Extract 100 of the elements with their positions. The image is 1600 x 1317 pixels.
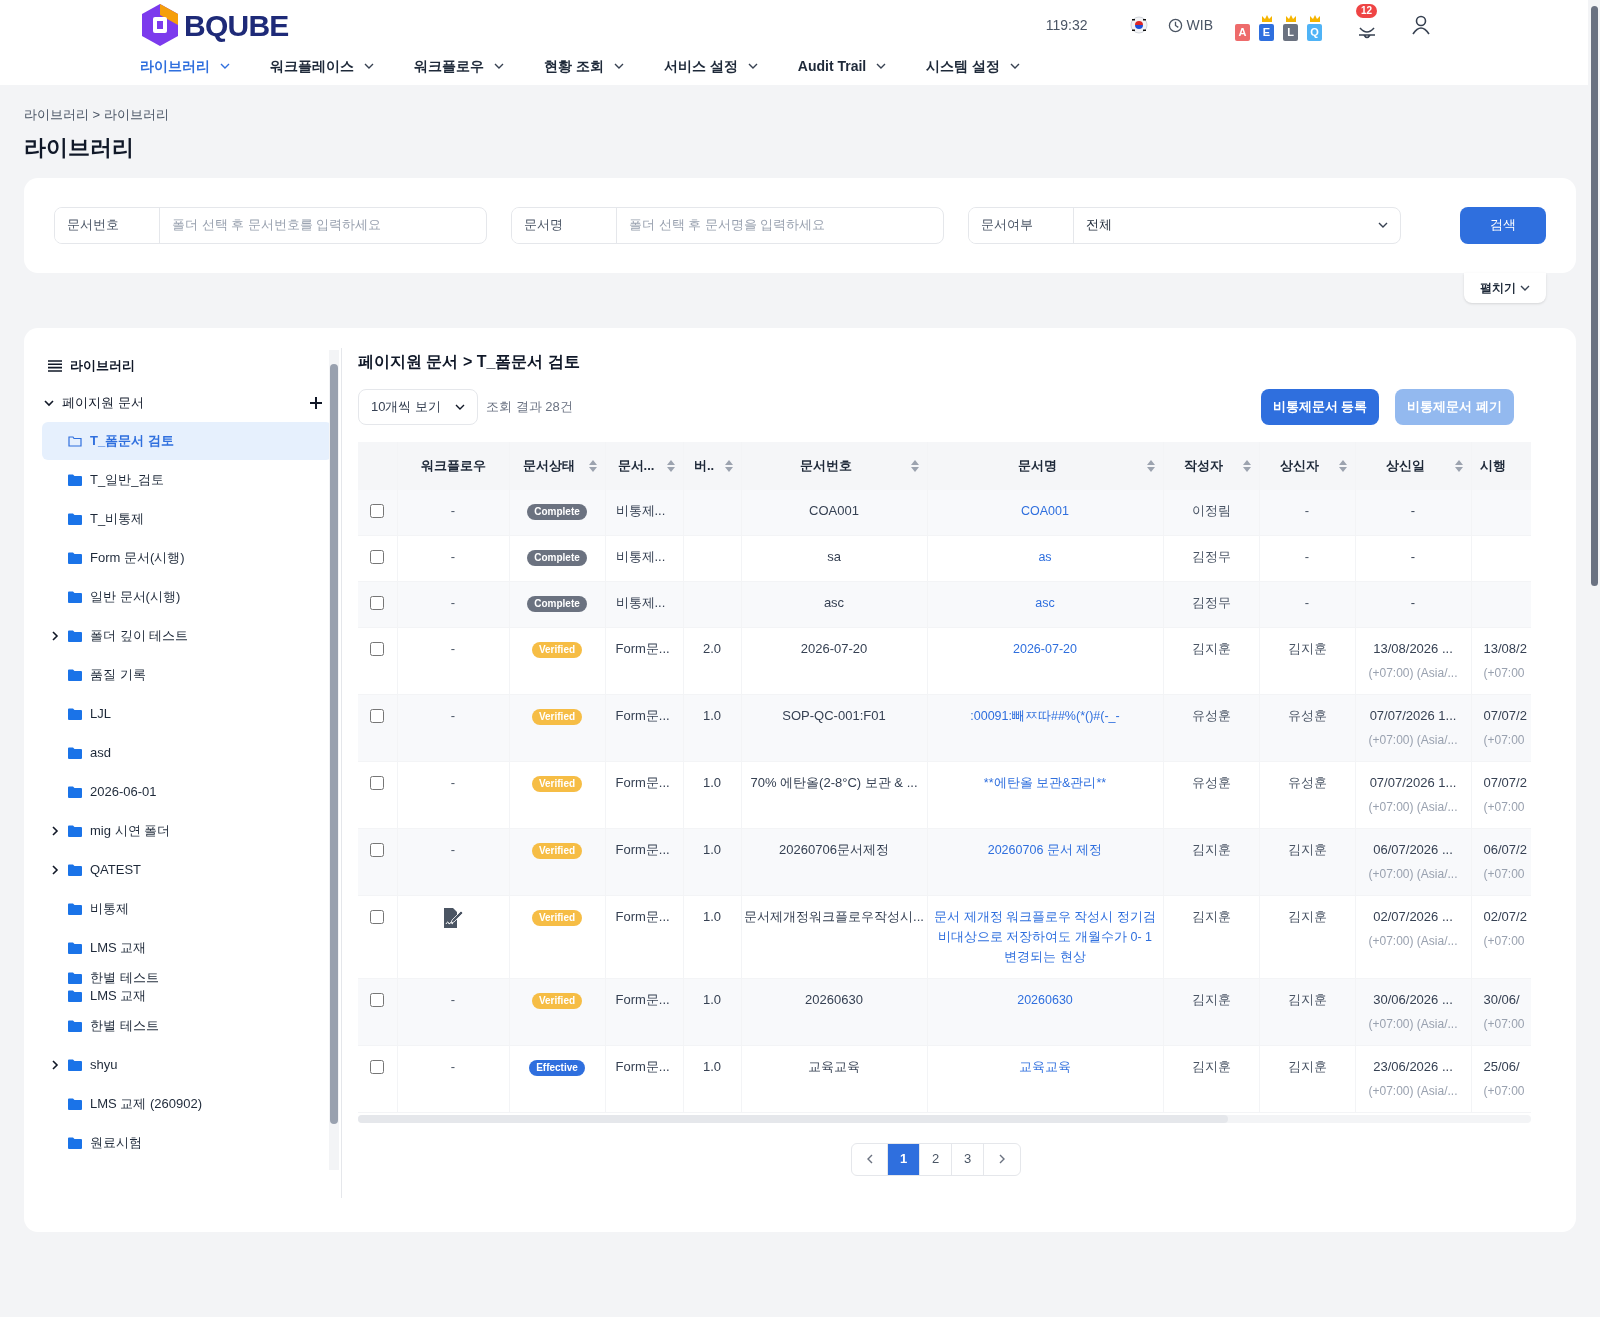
tree-item[interactable]: LJL (42, 695, 332, 733)
horizontal-scrollbar[interactable] (358, 1114, 1531, 1123)
tree-item[interactable]: QATEST (42, 851, 332, 889)
page-button[interactable]: 1 (888, 1143, 920, 1175)
table-cell: 2.0 (702, 640, 722, 656)
sidebar-scrollbar[interactable] (329, 349, 339, 1170)
tree-item[interactable]: LMS 교제 (260902) (42, 1085, 332, 1123)
column-header[interactable]: 문서번호 (749, 455, 903, 476)
tree-item[interactable]: 페이지원 문서 (42, 387, 150, 418)
nav-menu-item[interactable]: 현황 조회 (544, 55, 624, 77)
row-checkbox[interactable] (370, 549, 385, 564)
row-checkbox[interactable] (370, 708, 385, 723)
table-cell-text: (+07:00 (1483, 1015, 1526, 1033)
row-checkbox[interactable] (370, 1059, 385, 1074)
folder-icon (68, 747, 82, 759)
column-header[interactable]: 문서상태 (517, 455, 581, 476)
row-checkbox[interactable] (370, 842, 385, 857)
row-checkbox[interactable] (370, 909, 385, 924)
column-header[interactable]: 문서... (613, 455, 659, 476)
tree-item[interactable]: 폴더 깊이 테스트 (42, 617, 332, 655)
status-badge: Verified (531, 842, 583, 859)
row-checkbox[interactable] (370, 641, 385, 656)
table-cell-text: 07/07/2 (1483, 706, 1528, 725)
expand-button[interactable]: 펼치기 (1464, 272, 1546, 303)
tree-item[interactable]: 원료시험 (42, 1124, 332, 1162)
table-cell: Form문... (615, 1058, 670, 1074)
tree-item[interactable]: T_일반_검토 (42, 461, 332, 499)
search-button[interactable]: 검색 (1460, 206, 1546, 244)
nav-menu-item[interactable]: 워크플로우 (414, 55, 504, 77)
input-field[interactable]: 폴더 선택 후 문서명을 입력하세요 (617, 207, 943, 243)
tree-item[interactable]: 품질 기록 (42, 656, 332, 694)
table-cell: - (450, 991, 456, 1007)
row-checkbox[interactable] (370, 992, 385, 1007)
document-link[interactable]: 20260630 (1017, 989, 1073, 1010)
table-cell: 20260630 (805, 991, 863, 1007)
document-link[interactable]: asc (1035, 592, 1055, 613)
tree-item[interactable]: 한별 테스트 (42, 969, 332, 987)
nav-menu-item[interactable]: 워크플레이스 (270, 55, 374, 77)
column-header[interactable]: 문서명 (935, 455, 1139, 476)
table-cell: 20260706문서제정 (779, 841, 889, 857)
signed-document-icon[interactable] (442, 906, 464, 929)
table-cell: Form문... (615, 991, 670, 1007)
table-cell: Form문... (615, 707, 670, 723)
table-cell: 김지훈 (1191, 1058, 1231, 1074)
tree-item[interactable]: shyu (42, 1046, 332, 1084)
document-link[interactable]: :00091:빼ㅉ따##%(*()#(-_- (970, 705, 1120, 726)
page-button[interactable]: 2 (920, 1143, 952, 1175)
document-link[interactable]: **에탄올 보관&관리** (983, 772, 1107, 793)
table-cell: 비통제... (615, 502, 666, 518)
table-cell: asc (823, 594, 845, 610)
page-size-select[interactable]: 10개씩 보기 (358, 388, 479, 425)
row-checkbox[interactable] (370, 503, 385, 518)
table-cell: 1.0 (702, 991, 722, 1007)
table-cell: 유성훈 (1191, 707, 1231, 723)
tree-item[interactable]: T_폼문서 검토 (42, 422, 332, 460)
column-header[interactable]: 워크플로우 (420, 455, 486, 476)
search-field[interactable]: 문서번호 폴더 선택 후 문서번호를 입력하세요 (54, 206, 487, 244)
status-badge: Effective (529, 1059, 585, 1076)
tree-item[interactable]: 비통제 (42, 890, 332, 928)
tree-item[interactable]: LMS 교재 (42, 987, 332, 1005)
row-checkbox[interactable] (370, 775, 385, 790)
nav-menu-item[interactable]: Audit Trail (797, 55, 887, 77)
column-header[interactable]: 상신자 (1267, 455, 1331, 476)
page-button[interactable]: 3 (952, 1143, 984, 1175)
document-link[interactable]: 문서 제개정 워크플로우 작성시 정기검 비대상으로 저장하여도 개월수가 0- 1 변경되는 현상 (934, 906, 1156, 967)
document-link[interactable]: 2026-07-20 (1013, 638, 1077, 659)
action-button[interactable]: 비통제문서 등록 (1260, 388, 1380, 425)
tree-item[interactable]: 2026-06-01 (42, 773, 332, 811)
tree-item[interactable]: asd (42, 734, 332, 772)
add-button[interactable] (310, 396, 322, 409)
tree-item[interactable]: 한별 테스트 (42, 1007, 332, 1045)
table-cell-text: 06/07/2026 ... (1372, 840, 1454, 859)
table-cell: 1.0 (702, 841, 722, 857)
table-cell-text: 13/08/2026 ... (1372, 639, 1454, 658)
table-cell-text: - (1409, 593, 1417, 612)
search-field[interactable]: 문서명 폴더 선택 후 문서명을 입력하세요 (511, 206, 944, 244)
folder-icon (68, 903, 82, 915)
sort-icon (1454, 458, 1463, 473)
input-field[interactable]: 폴더 선택 후 문서번호를 입력하세요 (160, 207, 486, 243)
document-link[interactable]: as (1038, 546, 1052, 567)
table-cell: 김지훈 (1191, 841, 1231, 857)
column-header[interactable]: 상신일 (1363, 455, 1447, 476)
table-cell: 유성훈 (1287, 707, 1327, 723)
document-link[interactable]: COA001 (1021, 500, 1069, 521)
document-link[interactable]: 20260706 문서 제정 (987, 839, 1103, 860)
column-header[interactable]: 작성자 (1171, 455, 1235, 476)
nav-menu-item[interactable]: 라이브러리 (140, 55, 230, 77)
tree-item[interactable]: 일반 문서(시행) (42, 578, 332, 616)
table-cell: Form문... (615, 841, 670, 857)
folder-icon (68, 1059, 82, 1071)
tree-item[interactable]: LMS 교재 (42, 929, 332, 967)
tree-item[interactable]: mig 시연 폴더 (42, 812, 332, 850)
tree-item[interactable]: Form 문서(시행) (42, 539, 332, 577)
document-link[interactable]: 교육교육 (1019, 1056, 1071, 1077)
row-checkbox[interactable] (370, 595, 385, 610)
nav-menu-item[interactable]: 시스템 설정 (926, 55, 1021, 77)
column-header[interactable]: 버.. (691, 455, 717, 476)
tree-item[interactable]: T_비통제 (42, 500, 332, 538)
nav-menu-item[interactable]: 서비스 설정 (663, 55, 758, 77)
column-header[interactable]: 시행 (1479, 455, 1506, 476)
